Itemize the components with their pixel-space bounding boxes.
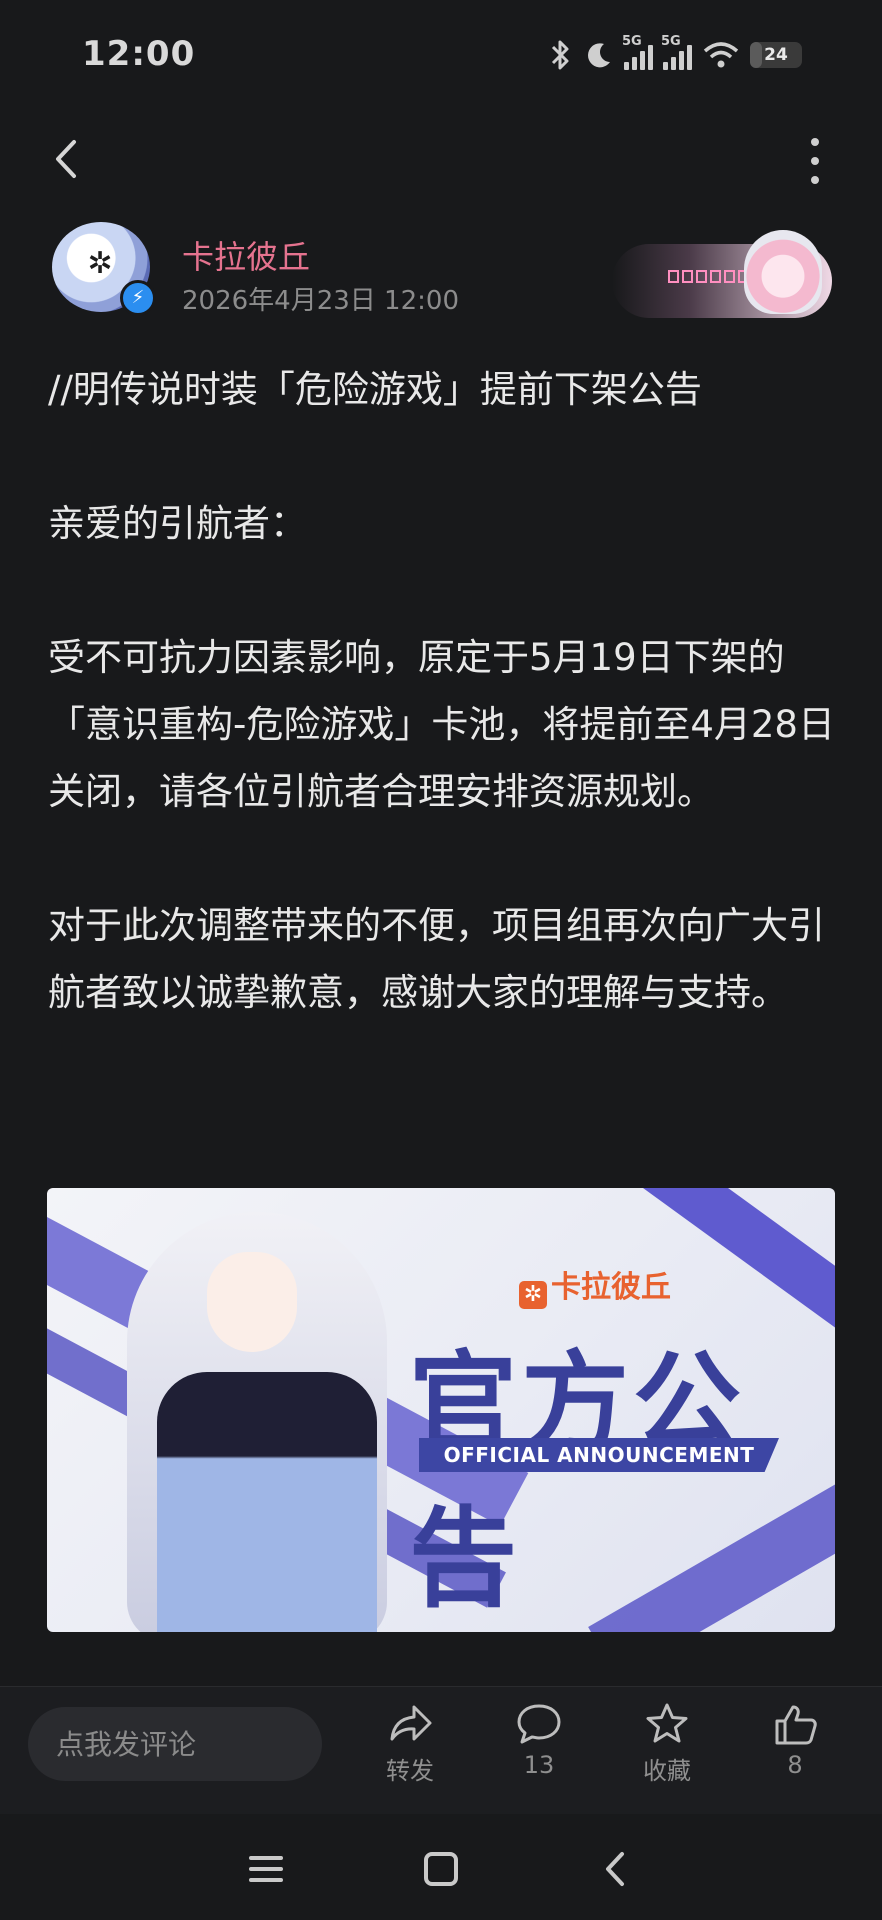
share-button[interactable]: 转发	[355, 1701, 465, 1786]
like-button[interactable]: 8	[740, 1701, 850, 1779]
signal-icon: 5G	[622, 34, 653, 70]
moon-icon	[588, 43, 610, 68]
dot-icon	[811, 138, 819, 146]
post-paragraph: 受不可抗力因素影响，原定于5月19日下架的「意识重构-危险游戏」卡池，将提前至4…	[48, 636, 835, 813]
banner-title: 官方公告	[409, 1341, 746, 1622]
thumbs-up-icon	[775, 1705, 817, 1745]
post-paragraph: 亲爱的引航者：	[48, 502, 307, 545]
chibi-character-image	[744, 230, 822, 314]
status-icons: 5G 5G 24	[548, 34, 802, 72]
dot-icon	[811, 176, 819, 184]
author-header: ✲ ⚡ 卡拉彼丘 2026年4月23日 12:00	[52, 222, 832, 322]
favorite-label: 收藏	[643, 1757, 691, 1785]
bluetooth-icon	[551, 40, 569, 70]
post-body: //明传说时装「危险游戏」提前下架公告 亲爱的引航者： 受不可抗力因素影响，原定…	[48, 356, 838, 1026]
favorite-button[interactable]: 收藏	[612, 1701, 722, 1786]
banner-subtitle: OFFICIAL ANNOUNCEMENT	[419, 1438, 779, 1472]
post-date: 2026年4月23日 12:00	[182, 286, 459, 316]
nav-menu-button[interactable]	[241, 1844, 291, 1894]
home-square-icon	[424, 1852, 458, 1886]
dot-icon	[811, 157, 819, 165]
status-time: 12:00	[82, 34, 196, 74]
comment-count: 13	[523, 1751, 555, 1779]
like-count: 8	[787, 1751, 803, 1779]
brand-logo-icon: ✲	[87, 246, 113, 281]
wifi-icon	[703, 42, 739, 68]
author-name[interactable]: 卡拉彼丘	[182, 232, 310, 278]
back-button[interactable]	[44, 134, 94, 184]
chevron-left-icon	[56, 140, 76, 178]
status-bar: 12:00 5G 5G 24	[0, 0, 882, 112]
share-label: 转发	[386, 1757, 434, 1785]
star-icon	[646, 1703, 688, 1743]
comment-button[interactable]: 13	[484, 1701, 594, 1779]
battery-icon: 24	[750, 42, 802, 68]
share-icon	[390, 1705, 432, 1741]
brand-logo-icon: ✲	[519, 1281, 547, 1309]
system-nav-bar	[0, 1814, 882, 1920]
banner-brand: ✲ 卡拉彼丘	[519, 1262, 671, 1309]
nav-home-button[interactable]	[416, 1844, 466, 1894]
menu-icon	[249, 1856, 283, 1882]
character-illustration	[97, 1202, 417, 1632]
chevron-left-icon	[606, 1852, 624, 1886]
decorative-badge	[612, 230, 832, 318]
top-bar	[0, 120, 882, 200]
comment-icon	[517, 1704, 561, 1744]
bottom-action-bar: 转发 13 收藏 8	[0, 1686, 882, 1815]
post-paragraph: 对于此次调整带来的不便，项目组再次向广大引航者致以诚挚歉意，感谢大家的理解与支持…	[48, 904, 825, 1014]
announcement-banner-image[interactable]: ✲ 卡拉彼丘 官方公告 OFFICIAL ANNOUNCEMENT	[47, 1188, 835, 1632]
author-avatar[interactable]: ✲ ⚡	[52, 222, 156, 316]
comment-input[interactable]	[28, 1707, 322, 1781]
nav-back-button[interactable]	[592, 1844, 642, 1894]
signal-icon: 5G	[661, 34, 692, 70]
post-title: //明传说时装「危险游戏」提前下架公告	[48, 368, 702, 411]
verified-badge-icon: ⚡	[120, 280, 156, 316]
more-options-button[interactable]	[800, 138, 830, 184]
